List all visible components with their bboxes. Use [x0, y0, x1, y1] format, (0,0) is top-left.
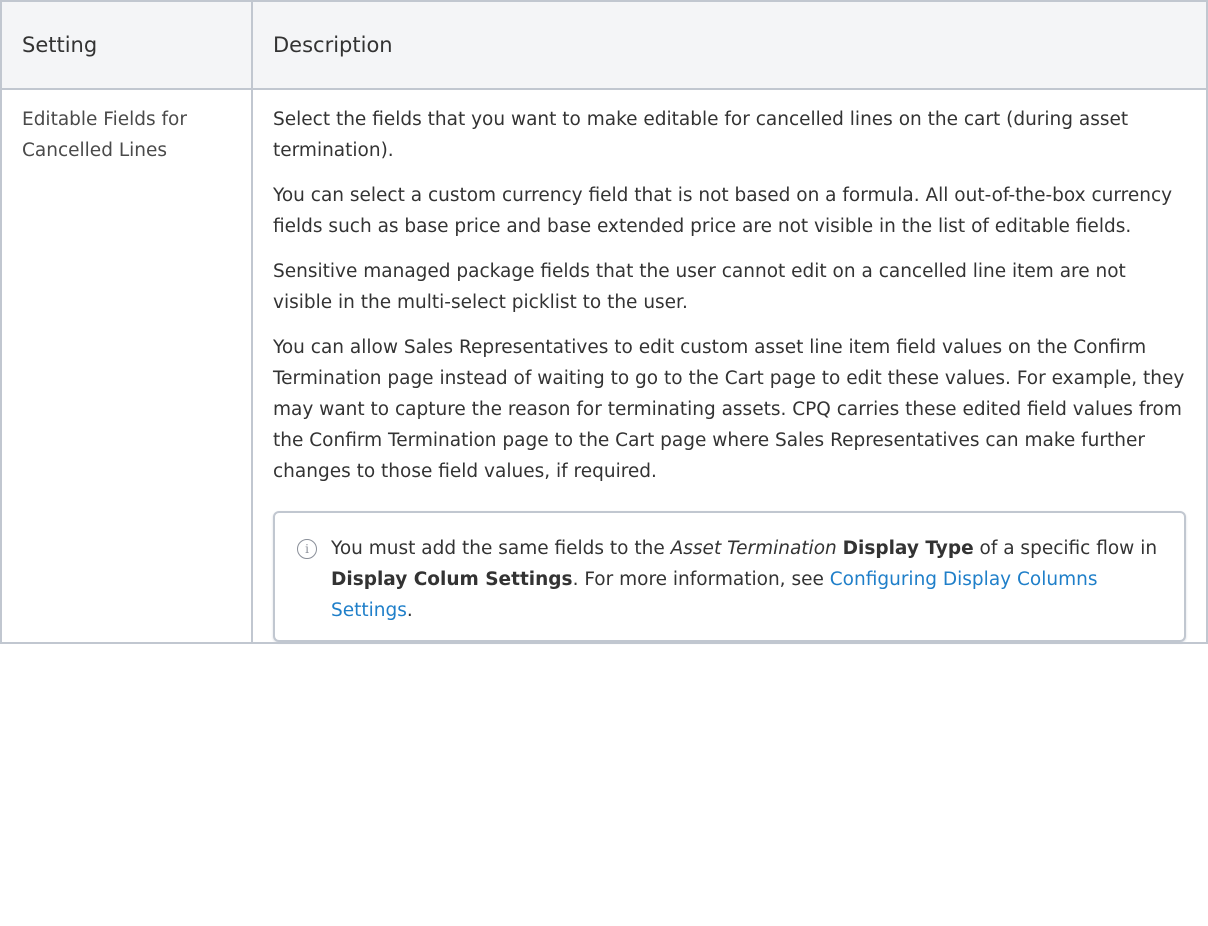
column-header-setting: Setting: [0, 0, 253, 90]
setting-cell: Editable Fields for Cancelled Lines: [0, 88, 253, 644]
table-row: Editable Fields for Cancelled Lines Sele…: [0, 88, 1208, 644]
info-note-panel: i You must add the same fields to the As…: [273, 511, 1186, 642]
description-paragraph-1: Select the fields that you want to make …: [273, 109, 1129, 161]
column-header-description: Description: [251, 0, 1208, 90]
info-note-text: You must add the same fields to the Asse…: [331, 533, 1162, 626]
info-note-italic-asset-termination: Asset Termination: [670, 538, 837, 559]
info-icon: i: [297, 539, 317, 559]
info-note-text-1: You must add the same fields to the: [331, 538, 671, 559]
description-paragraph-3: Sensitive managed package fields that th…: [273, 261, 1126, 313]
table-header-row: Setting Description: [0, 0, 1208, 90]
description-cell: Select the fields that you want to make …: [251, 88, 1208, 644]
info-note-text-5: .: [406, 600, 413, 621]
description-paragraph-2: You can select a custom currency field t…: [273, 185, 1173, 237]
info-note-bold-display-type: Display Type: [842, 538, 974, 559]
info-note-bold-display-colum-settings: Display Colum Settings: [331, 569, 573, 590]
info-note-text-4: . For more information, see: [572, 569, 830, 590]
settings-table: Setting Description Editable Fields for …: [0, 0, 1208, 644]
description-paragraph-4: You can allow Sales Representatives to e…: [273, 337, 1185, 482]
setting-name: Editable Fields for Cancelled Lines: [22, 109, 187, 161]
info-note-text-3: of a specific flow in: [973, 538, 1158, 559]
